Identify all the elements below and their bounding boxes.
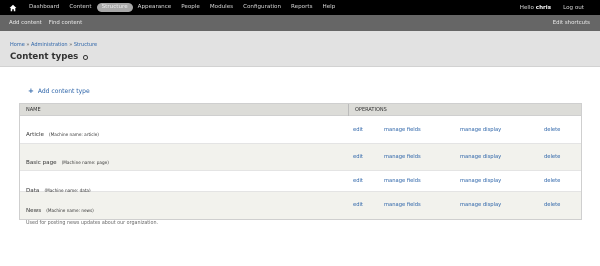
shortcut-bar: Add content Find content Edit shortcuts — [0, 15, 600, 31]
edit-link[interactable]: edit — [353, 127, 363, 133]
home-icon[interactable] — [8, 0, 18, 15]
toolbar-item-configuration[interactable]: Configuration — [238, 3, 286, 12]
breadcrumb: Home » Administration » Structure — [10, 42, 97, 48]
edit-link[interactable]: edit — [353, 202, 363, 208]
table-row: Basic page (Machine name: page) Use basi… — [20, 144, 581, 178]
user-area: Hello chris Log out — [520, 0, 584, 15]
shortcut-find-content[interactable]: Find content — [49, 20, 82, 26]
manage-fields-link[interactable]: manage fields — [384, 154, 421, 160]
content-types-table: NAME OPERATIONS Article (Machine name: a… — [19, 103, 582, 226]
delete-link[interactable]: delete — [544, 178, 560, 184]
page-header: Home » Administration » Structure Conten… — [0, 31, 600, 67]
operations-cell: edit manage fields manage display delete — [20, 116, 581, 143]
toolbar-item-dashboard[interactable]: Dashboard — [24, 3, 64, 12]
operations-cell: edit manage fields manage display delete — [20, 171, 581, 191]
breadcrumb-structure[interactable]: Structure — [74, 42, 97, 48]
toolbar-item-reports[interactable]: Reports — [286, 3, 317, 12]
page-title-text: Content types — [10, 52, 79, 62]
add-shortcut-icon[interactable] — [83, 54, 89, 60]
logout-link[interactable]: Log out — [563, 5, 584, 11]
shortcut-add-content[interactable]: Add content — [9, 20, 42, 26]
table-row: Article (Machine name: article) Use arti… — [20, 116, 581, 150]
toolbar-item-help[interactable]: Help — [318, 3, 341, 12]
column-header-operations: OPERATIONS — [348, 103, 387, 116]
delete-link[interactable]: delete — [544, 127, 560, 133]
edit-link[interactable]: edit — [353, 154, 363, 160]
plus-icon: + — [28, 87, 34, 95]
toolbar-item-people[interactable]: People — [176, 3, 205, 12]
username-link[interactable]: chris — [536, 5, 551, 11]
toolbar-item-appearance[interactable]: Appearance — [133, 3, 177, 12]
add-content-type-link[interactable]: + Add content type — [28, 87, 90, 95]
breadcrumb-administration[interactable]: Administration — [31, 42, 68, 48]
operations-cell: edit manage fields manage display delete — [20, 192, 581, 219]
admin-toolbar: Dashboard Content Structure Appearance P… — [0, 0, 600, 15]
table-header: NAME OPERATIONS — [20, 103, 581, 116]
page-title: Content types — [10, 52, 89, 62]
type-description: Used for posting news updates about our … — [26, 221, 159, 226]
breadcrumb-home[interactable]: Home — [10, 42, 25, 48]
delete-link[interactable]: delete — [544, 154, 560, 160]
column-header-name: NAME — [26, 106, 41, 113]
manage-display-link[interactable]: manage display — [460, 202, 501, 208]
manage-display-link[interactable]: manage display — [460, 178, 501, 184]
toolbar-item-modules[interactable]: Modules — [205, 3, 238, 12]
user-greeting: Hello chris — [520, 5, 551, 11]
edit-link[interactable]: edit — [353, 178, 363, 184]
manage-display-link[interactable]: manage display — [460, 127, 501, 133]
greeting-text: Hello — [519, 4, 534, 11]
manage-fields-link[interactable]: manage fields — [384, 178, 421, 184]
table-row: Data (Machine name: data) edit manage fi… — [20, 171, 581, 194]
breadcrumb-separator: » — [69, 42, 73, 48]
breadcrumb-separator: » — [26, 42, 30, 48]
delete-link[interactable]: delete — [544, 202, 560, 208]
add-content-type-label: Add content type — [37, 87, 90, 95]
toolbar-menu: Dashboard Content Structure Appearance P… — [24, 0, 340, 15]
operations-cell: edit manage fields manage display delete — [20, 144, 581, 170]
manage-display-link[interactable]: manage display — [460, 154, 501, 160]
manage-fields-link[interactable]: manage fields — [384, 202, 421, 208]
manage-fields-link[interactable]: manage fields — [384, 127, 421, 133]
table-row: News (Machine name: news) Used for posti… — [20, 192, 581, 226]
toolbar-item-structure[interactable]: Structure — [96, 3, 133, 12]
toolbar-item-content[interactable]: Content — [64, 3, 96, 12]
edit-shortcuts-link[interactable]: Edit shortcuts — [553, 20, 590, 26]
